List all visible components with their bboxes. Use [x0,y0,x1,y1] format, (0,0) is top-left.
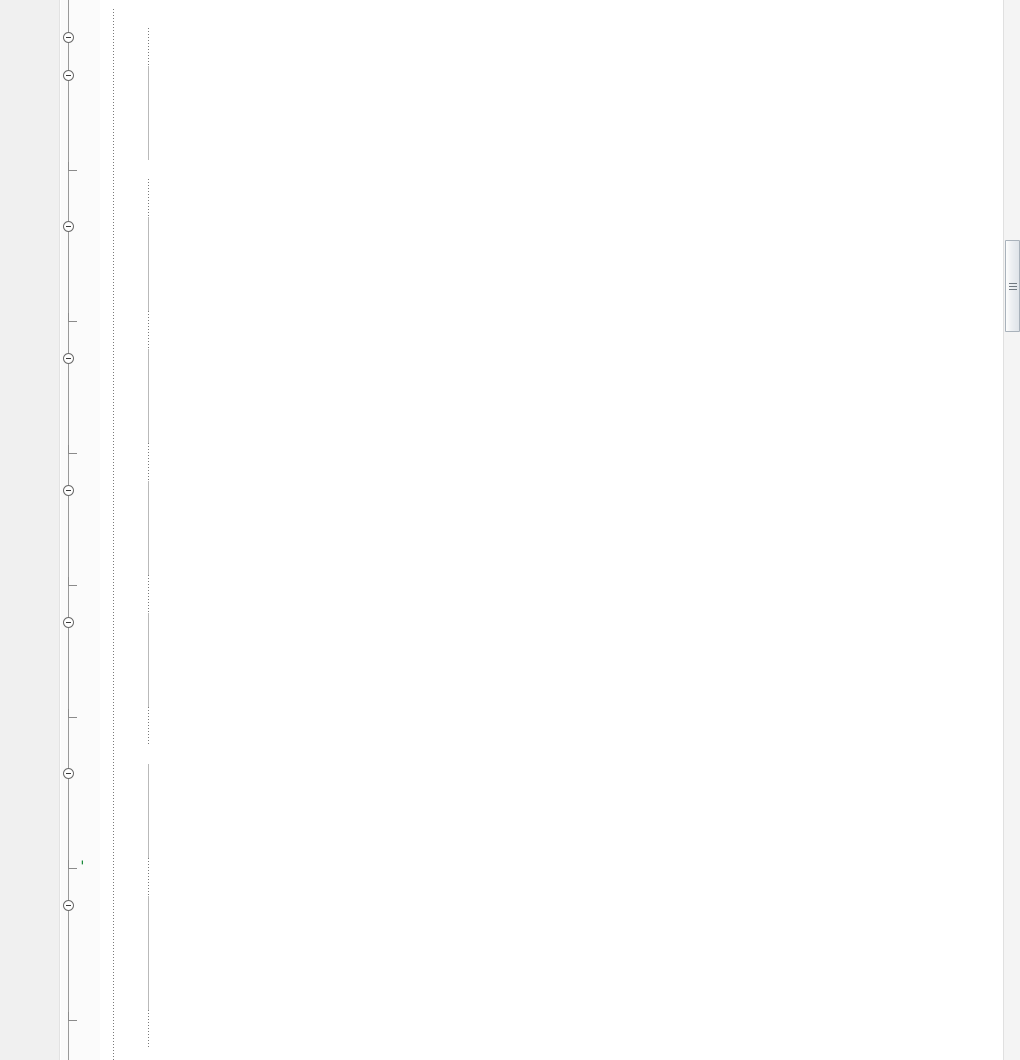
code-line[interactable] [0,934,1005,953]
indent-guide [148,764,149,858]
fold-end-icon [68,577,77,586]
code-line[interactable] [0,896,1005,915]
indent-guide [148,28,149,66]
code-line[interactable] [0,0,1005,9]
fold-collapse-icon[interactable] [63,617,74,628]
fold-collapse-icon[interactable] [63,353,74,364]
indent-guide [148,575,149,613]
code-line[interactable] [0,405,1005,424]
fold-end-icon [68,445,77,454]
code-line[interactable] [0,198,1005,217]
code-line[interactable] [0,443,1005,462]
fold-collapse-icon[interactable] [63,32,74,43]
indent-guide [148,1010,149,1048]
code-line[interactable] [0,141,1005,160]
code-line[interactable] [0,368,1005,387]
code-line[interactable] [0,915,1005,934]
fold-end-icon [68,860,77,869]
indent-guide [148,311,149,349]
comment-marker-icon: ' [78,858,87,877]
code-line[interactable] [0,821,1005,840]
code-line[interactable] [0,670,1005,689]
code-line[interactable] [0,707,1005,726]
code-line[interactable] [0,84,1005,103]
code-line[interactable] [0,726,1005,745]
code-line[interactable] [0,500,1005,519]
indent-guide [148,707,149,745]
code-line[interactable] [0,330,1005,349]
code-editor[interactable]: ' [0,0,1020,1060]
code-line[interactable] [0,28,1005,47]
code-line[interactable] [0,802,1005,821]
fold-collapse-icon[interactable] [63,221,74,232]
code-line[interactable] [0,235,1005,254]
code-line[interactable] [0,349,1005,368]
indent-guide [113,9,114,1060]
code-line[interactable] [0,613,1005,632]
code-line[interactable] [0,217,1005,236]
code-line[interactable] [0,160,1005,179]
scrollbar-thumb[interactable] [1005,240,1020,332]
indent-guide [148,443,149,481]
code-line[interactable] [0,783,1005,802]
fold-end-icon [68,709,77,718]
code-line[interactable] [0,594,1005,613]
code-line[interactable] [0,292,1005,311]
indent-guide [148,481,149,575]
indent-guide [148,217,149,311]
code-line[interactable] [0,556,1005,575]
code-line[interactable] [0,972,1005,991]
code-line[interactable] [0,1028,1005,1047]
code-line[interactable] [0,1010,1005,1029]
indent-guide [148,66,149,160]
code-line[interactable] [0,66,1005,85]
fold-collapse-icon[interactable] [63,768,74,779]
code-line[interactable] [0,877,1005,896]
code-line[interactable] [0,9,1005,28]
indent-guide [148,349,149,443]
code-line[interactable] [0,47,1005,66]
code-line[interactable] [0,462,1005,481]
code-line[interactable] [0,311,1005,330]
indent-guide [148,858,149,896]
code-line[interactable] [0,273,1005,292]
code-line[interactable] [0,840,1005,859]
fold-end-icon [68,313,77,322]
fold-collapse-icon[interactable] [63,485,74,496]
code-line[interactable] [0,103,1005,122]
code-text-area[interactable] [0,0,1005,1060]
indent-guide [148,179,149,217]
code-line[interactable] [0,481,1005,500]
code-line[interactable] [0,386,1005,405]
indent-guide [148,613,149,707]
code-line[interactable] [0,632,1005,651]
fold-end-icon [68,162,77,171]
code-line[interactable] [0,122,1005,141]
code-line[interactable] [0,575,1005,594]
code-line[interactable] [0,764,1005,783]
code-line[interactable] [0,254,1005,273]
code-line[interactable] [0,519,1005,538]
code-line[interactable] [0,953,1005,972]
code-line[interactable] [0,179,1005,198]
code-line[interactable] [0,745,1005,764]
code-line[interactable] [0,991,1005,1010]
fold-end-icon [68,1012,77,1021]
fold-collapse-icon[interactable] [63,70,74,81]
code-line[interactable] [0,689,1005,708]
code-line[interactable] [0,858,1005,877]
vertical-scrollbar[interactable] [1003,0,1020,1060]
indent-guide [148,896,149,1009]
code-line[interactable] [0,424,1005,443]
code-line[interactable] [0,538,1005,557]
code-line[interactable] [0,651,1005,670]
